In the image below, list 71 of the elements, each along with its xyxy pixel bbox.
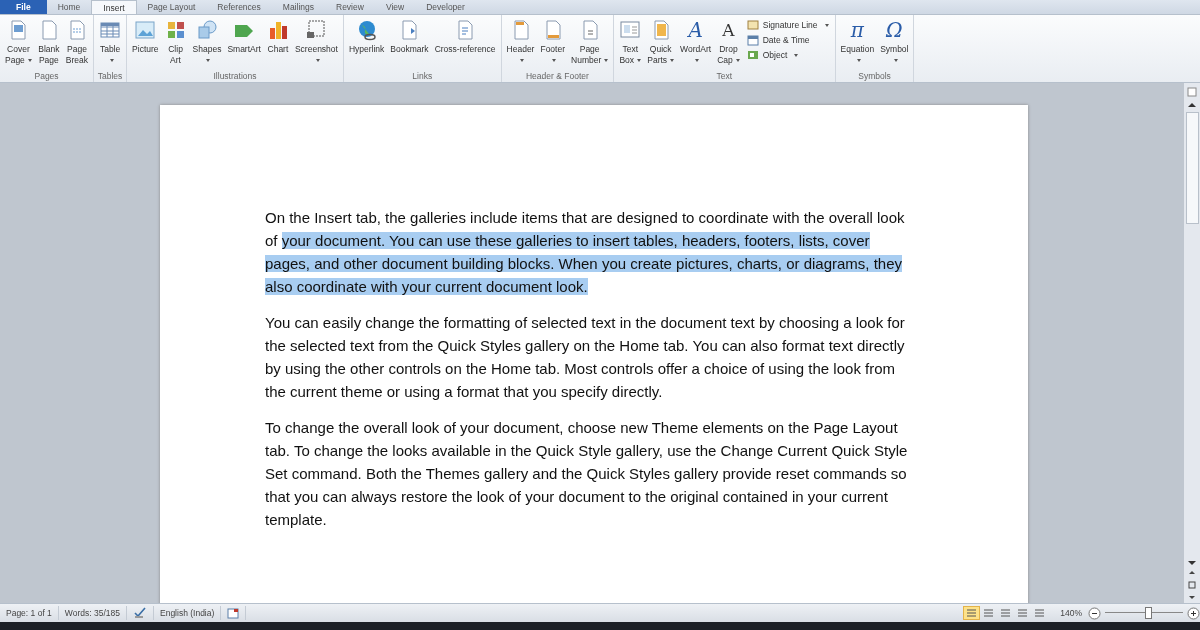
- ribbon-button[interactable]: Object: [746, 49, 829, 61]
- zoom-level[interactable]: 140%: [1048, 608, 1088, 618]
- paragraph: To change the overall look of your document, choose new Theme elements on the Page Layout tab. To change the looks available in the Quick Style gallery, use the Change Current Quick Style Set command. Both the Themes gallery and the Quick Styles gallery provide reset commands so that you can always restore the look of your document to the original contained in your current template.: [265, 418, 909, 530]
- ribbon-button[interactable]: A Drop Cap: [714, 19, 743, 70]
- ribbon-button[interactable]: Ω Symbol: [877, 19, 912, 70]
- group-label: Tables: [96, 70, 124, 82]
- web-layout-icon: [1000, 608, 1012, 618]
- zoom-out-icon[interactable]: [1088, 606, 1101, 620]
- group-label: Pages: [33, 70, 60, 82]
- ribbon-button[interactable]: Page Number: [568, 19, 612, 70]
- proofing-icon[interactable]: [133, 607, 147, 619]
- ribbon-button[interactable]: π Equation: [837, 19, 878, 70]
- ribbon-button[interactable]: Screenshot: [291, 19, 341, 70]
- ribbon-button[interactable]: Date & Time: [746, 34, 829, 46]
- ribbon-button[interactable]: Shapes: [189, 19, 225, 70]
- group-label: Links: [411, 70, 434, 82]
- ribbon-tab[interactable]: Home: [46, 0, 92, 14]
- object-icon: [746, 49, 759, 61]
- reading-icon: [983, 608, 995, 618]
- ribbon-button[interactable]: Cross-reference: [431, 19, 499, 70]
- ribbon-tab[interactable]: View: [374, 0, 416, 14]
- group-label: Header & Footer: [525, 70, 590, 82]
- ribbon-button[interactable]: Bookmark: [387, 19, 432, 70]
- table-icon: [99, 19, 122, 41]
- scroll-down-icon[interactable]: [1187, 559, 1197, 567]
- calendar-icon: [746, 34, 759, 46]
- view-button[interactable]: [963, 606, 981, 620]
- ribbon-button[interactable]: Page Break: [62, 19, 92, 70]
- ribbon-tab[interactable]: File: [0, 0, 47, 14]
- macro-record-icon[interactable]: [227, 607, 240, 619]
- ribbon-button[interactable]: Signature Line: [746, 19, 829, 31]
- ribbon-button[interactable]: Text Box: [616, 19, 645, 70]
- ribbon-button[interactable]: A WordArt: [677, 19, 715, 70]
- paragraph: You can easily change the formatting of selected text in the document text by choosing a look for the selected text from the Quick Styles gallery on the Home tab. You can also format text directly by using the other controls on the Home tab. Most controls offer a choice of using the look from the current theme or using a format that you specify directly.: [265, 313, 906, 402]
- word-count[interactable]: Words: 35/185: [58, 606, 127, 620]
- ribbon-button[interactable]: Footer: [537, 19, 569, 70]
- zoom-in-icon[interactable]: [1187, 606, 1200, 620]
- group-label: Symbols: [857, 70, 892, 82]
- ribbon-tab[interactable]: Mailings: [271, 0, 325, 14]
- scroll-thumb[interactable]: [1185, 112, 1199, 224]
- language-status[interactable]: English (India): [154, 606, 222, 620]
- ribbon-button[interactable]: Picture: [129, 19, 162, 70]
- ribbon-button[interactable]: Table: [96, 19, 125, 70]
- outline-icon: [1017, 608, 1029, 618]
- page-count[interactable]: Page: 1 of 1: [0, 606, 59, 620]
- ribbon-tab[interactable]: Developer: [415, 0, 476, 14]
- picture-icon: [134, 19, 157, 41]
- ribbon-button[interactable]: Cover Page: [2, 19, 35, 70]
- draft-icon: [1034, 608, 1046, 618]
- ribbon-tab[interactable]: References: [206, 0, 272, 14]
- ribbon-button[interactable]: Chart: [263, 19, 292, 70]
- group-label: Text: [715, 70, 734, 82]
- browse-object-icon[interactable]: [1187, 581, 1197, 589]
- vertical-scrollbar[interactable]: [1184, 83, 1200, 603]
- text-box-icon: [619, 19, 642, 41]
- signature-icon: [746, 19, 759, 31]
- slider-thumb[interactable]: [1144, 607, 1152, 619]
- ribbon-tab[interactable]: Review: [325, 0, 375, 14]
- ribbon-button[interactable]: SmartArt: [224, 19, 264, 70]
- ribbon-button[interactable]: Hyperlink: [345, 19, 388, 70]
- scroll-up-icon[interactable]: [1187, 101, 1197, 109]
- ribbon-tab[interactable]: Insert: [91, 0, 137, 14]
- ribbon-button[interactable]: Header: [503, 19, 538, 70]
- ribbon-button[interactable]: Quick Parts: [644, 19, 678, 70]
- ribbon-tab[interactable]: Page Layout: [136, 0, 207, 14]
- print-layout-icon: [966, 608, 978, 618]
- shapes-icon: [195, 19, 218, 41]
- ribbon-button[interactable]: Clip Art: [161, 19, 190, 70]
- screenshot-icon: [305, 19, 328, 41]
- group-label: Illustrations: [212, 70, 258, 82]
- ribbon-button[interactable]: Blank Page: [34, 19, 63, 70]
